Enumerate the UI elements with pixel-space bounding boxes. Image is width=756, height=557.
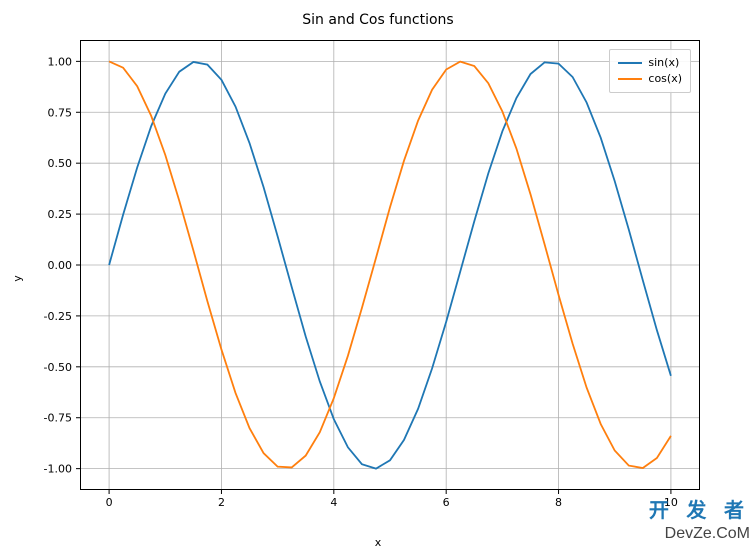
legend-entry-sin: sin(x) <box>618 55 682 71</box>
legend-entry-cos: cos(x) <box>618 71 682 87</box>
svg-text:8: 8 <box>555 496 562 509</box>
y-ticks: -1.00 -0.75 -0.50 -0.25 0.00 0.25 0.50 0.75 1.00 <box>20 40 80 490</box>
svg-text:-0.50: -0.50 <box>44 361 72 374</box>
chart-title: Sin and Cos functions <box>0 12 756 28</box>
figure: Sin and Cos functions y 0246810 -1.00-0.… <box>0 0 756 557</box>
legend-swatch-sin <box>618 62 642 64</box>
svg-text:1.00: 1.00 <box>48 55 73 68</box>
legend: sin(x) cos(x) <box>609 49 691 93</box>
svg-text:0.25: 0.25 <box>48 208 73 221</box>
plot-axes: 0246810 -1.00-0.75-0.50-0.250.000.250.50… <box>80 40 700 490</box>
legend-label-cos: cos(x) <box>648 71 682 87</box>
x-axis-label: x <box>0 536 756 549</box>
plot-svg <box>81 41 699 489</box>
svg-text:6: 6 <box>443 496 450 509</box>
grid <box>81 41 699 489</box>
svg-text:10: 10 <box>664 496 678 509</box>
legend-swatch-cos <box>618 78 642 80</box>
svg-text:0: 0 <box>106 496 113 509</box>
legend-label-sin: sin(x) <box>648 55 679 71</box>
svg-text:2: 2 <box>218 496 225 509</box>
svg-text:-0.75: -0.75 <box>44 412 72 425</box>
x-ticks: 0 2 4 6 8 10 <box>80 490 700 512</box>
svg-text:-0.25: -0.25 <box>44 310 72 323</box>
svg-text:0.75: 0.75 <box>48 106 73 119</box>
svg-text:4: 4 <box>330 496 337 509</box>
svg-text:0.50: 0.50 <box>48 157 73 170</box>
svg-text:-1.00: -1.00 <box>44 463 72 476</box>
svg-text:0.00: 0.00 <box>48 259 73 272</box>
